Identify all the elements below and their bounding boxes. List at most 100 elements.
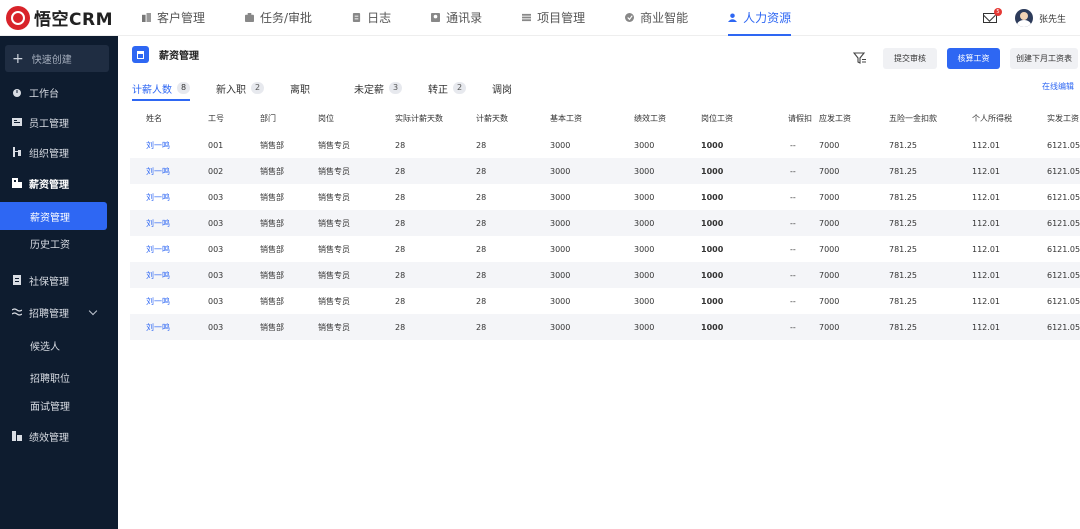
sidebar-item-positions[interactable]: 招聘职位 bbox=[0, 363, 118, 391]
table-row[interactable]: 刘一鸣 001 销售部 销售专员 28 28 3000 3000 1000 -- 7000 781.2… bbox=[130, 132, 1080, 158]
sidebar-item-label: 薪资管理 bbox=[30, 212, 70, 224]
sidebar-item-label: 组织管理 bbox=[29, 148, 69, 160]
column-header-emp-no[interactable]: 工号 bbox=[208, 104, 224, 132]
filter-icon[interactable] bbox=[853, 51, 867, 65]
cell-leave-deduct: -- bbox=[790, 166, 796, 176]
task-icon bbox=[245, 13, 255, 22]
table-row[interactable]: 刘一鸣 003 销售部 销售专员 28 28 3000 3000 1000 -- 7000 781.2… bbox=[130, 210, 1080, 236]
nav-customer[interactable]: 客户管理 bbox=[142, 0, 205, 36]
cell-name[interactable]: 刘一鸣 bbox=[146, 184, 170, 210]
column-header-perf-salary[interactable]: 绩效工资 bbox=[634, 104, 666, 132]
tab-regularized[interactable]: 转正 2 bbox=[428, 78, 466, 98]
column-header-name[interactable]: 姓名 bbox=[146, 104, 162, 132]
sidebar-item-label: 面试管理 bbox=[30, 401, 70, 413]
column-header-pay-days[interactable]: 计薪天数 bbox=[476, 104, 508, 132]
cell-income-tax: 112.01 bbox=[972, 296, 1000, 306]
submit-review-button[interactable]: 提交审核 bbox=[883, 48, 937, 69]
cell-name[interactable]: 刘一鸣 bbox=[146, 262, 170, 288]
cell-name[interactable]: 刘一鸣 bbox=[146, 132, 170, 158]
hr-icon bbox=[728, 13, 738, 22]
column-header-leave-deduct[interactable]: 请假扣 bbox=[788, 104, 812, 132]
nav-bi[interactable]: 商业智能 bbox=[625, 0, 688, 36]
cell-emp-no: 003 bbox=[208, 270, 224, 280]
nav-contacts[interactable]: 通讯录 bbox=[431, 0, 482, 36]
sidebar-item-history-salary[interactable]: 历史工资 bbox=[0, 229, 118, 257]
nav-hr[interactable]: 人力资源 bbox=[728, 0, 792, 36]
calculate-salary-button[interactable]: 核算工资 bbox=[947, 48, 1000, 69]
column-header-income-tax[interactable]: 个人所得税 bbox=[972, 104, 1012, 132]
column-header-net-salary[interactable]: 实发工资 bbox=[1047, 104, 1079, 132]
cell-position: 销售专员 bbox=[318, 218, 350, 228]
cell-pay-days: 28 bbox=[476, 166, 487, 176]
column-header-base-salary[interactable]: 基本工资 bbox=[550, 104, 582, 132]
tab-paid-count[interactable]: 计薪人数 8 bbox=[132, 78, 190, 101]
cell-net-salary: 6121.05 bbox=[1047, 322, 1080, 332]
sidebar-item-interviews[interactable]: 面试管理 bbox=[0, 391, 118, 419]
nav-label: 任务/审批 bbox=[260, 11, 313, 25]
online-edit-link[interactable]: 在线编辑 bbox=[1042, 81, 1074, 92]
chevron-down-icon[interactable] bbox=[88, 306, 98, 316]
cell-pay-days: 28 bbox=[476, 296, 487, 306]
sidebar-item-employee[interactable]: 员工管理 bbox=[0, 108, 118, 136]
create-next-month-button[interactable]: 创建下月工资表 bbox=[1010, 48, 1078, 69]
cell-leave-deduct: -- bbox=[790, 270, 796, 280]
table-row[interactable]: 刘一鸣 003 销售部 销售专员 28 28 3000 3000 1000 -- 7000 781.2… bbox=[130, 236, 1080, 262]
sidebar-item-label: 绩效管理 bbox=[29, 432, 69, 444]
app-logo[interactable]: 悟空CRM bbox=[0, 0, 118, 36]
nav-task[interactable]: 任务/审批 bbox=[245, 0, 312, 36]
cell-insurance-deduct: 781.25 bbox=[889, 140, 917, 150]
table-row[interactable]: 刘一鸣 003 销售部 销售专员 28 28 3000 3000 1000 -- 7000 781.2… bbox=[130, 288, 1080, 314]
tab-badge: 2 bbox=[251, 82, 264, 94]
sidebar-item-salary[interactable]: 薪资管理 bbox=[0, 202, 107, 230]
tab-transfer[interactable]: 调岗 bbox=[492, 78, 512, 98]
cell-name[interactable]: 刘一鸣 bbox=[146, 236, 170, 262]
cell-name[interactable]: 刘一鸣 bbox=[146, 314, 170, 340]
cell-perf-salary: 3000 bbox=[634, 192, 655, 202]
column-header-gross-salary[interactable]: 应发工资 bbox=[819, 104, 851, 132]
cell-gross-salary: 7000 bbox=[819, 218, 840, 228]
table-row[interactable]: 刘一鸣 003 销售部 销售专员 28 28 3000 3000 1000 -- 7000 781.2… bbox=[130, 262, 1080, 288]
cell-name[interactable]: 刘一鸣 bbox=[146, 158, 170, 184]
column-header-dept[interactable]: 部门 bbox=[260, 104, 276, 132]
nav-label: 客户管理 bbox=[157, 11, 206, 25]
page-title: 薪资管理 bbox=[159, 51, 199, 62]
nav-project[interactable]: 项目管理 bbox=[522, 0, 585, 36]
table-row[interactable]: 刘一鸣 002 销售部 销售专员 28 28 3000 3000 1000 -- 7000 781.2… bbox=[130, 158, 1080, 184]
sidebar-item-performance[interactable]: 绩效管理 bbox=[0, 422, 118, 450]
quick-create-button[interactable]: + 快速创建 bbox=[5, 45, 109, 72]
tab-resigned[interactable]: 离职 bbox=[290, 78, 310, 98]
cell-name[interactable]: 刘一鸣 bbox=[146, 288, 170, 314]
mail-icon[interactable]: 5 bbox=[982, 8, 1002, 23]
cell-pay-days: 28 bbox=[476, 270, 487, 280]
sidebar-item-workbench[interactable]: 工作台 bbox=[0, 78, 118, 106]
table-row[interactable]: 刘一鸣 003 销售部 销售专员 28 28 3000 3000 1000 -- 7000 781.2… bbox=[130, 184, 1080, 210]
cell-base-salary: 3000 bbox=[550, 270, 571, 280]
cell-emp-no: 003 bbox=[208, 244, 224, 254]
cell-actual-days: 28 bbox=[395, 140, 406, 150]
column-header-insurance-deduct[interactable]: 五险一金扣款 bbox=[889, 104, 937, 132]
cell-name[interactable]: 刘一鸣 bbox=[146, 210, 170, 236]
column-header-position[interactable]: 岗位 bbox=[318, 104, 334, 132]
sidebar-item-social-security[interactable]: 社保管理 bbox=[0, 266, 118, 294]
cell-position: 销售专员 bbox=[318, 296, 350, 306]
tab-unset-salary[interactable]: 未定薪 3 bbox=[354, 78, 402, 98]
cell-post-salary: 1000 bbox=[701, 140, 724, 150]
avatar[interactable] bbox=[1014, 9, 1033, 27]
sidebar-item-org[interactable]: 组织管理 bbox=[0, 138, 118, 166]
quick-create-label: 快速创建 bbox=[31, 55, 72, 66]
sidebar-item-recruit[interactable]: 招聘管理 bbox=[0, 298, 118, 326]
cell-gross-salary: 7000 bbox=[819, 244, 840, 254]
tab-badge: 3 bbox=[389, 82, 402, 94]
sidebar-item-salary-group[interactable]: 薪资管理 bbox=[0, 169, 118, 197]
sidebar-item-candidates[interactable]: 候选人 bbox=[0, 331, 118, 359]
cell-dept: 销售部 bbox=[260, 270, 284, 280]
table-row[interactable]: 刘一鸣 003 销售部 销售专员 28 28 3000 3000 1000 -- 7000 781.2… bbox=[130, 314, 1080, 340]
tab-label: 转正 bbox=[428, 84, 448, 96]
column-header-actual-days[interactable]: 实际计薪天数 bbox=[395, 104, 443, 132]
cell-leave-deduct: -- bbox=[790, 218, 796, 228]
column-header-post-salary[interactable]: 岗位工资 bbox=[701, 104, 733, 132]
tab-new-hire[interactable]: 新入职 2 bbox=[216, 78, 264, 98]
cell-pay-days: 28 bbox=[476, 244, 487, 254]
username[interactable]: 张先生 bbox=[1039, 12, 1066, 25]
nav-log[interactable]: 日志 bbox=[352, 0, 391, 36]
